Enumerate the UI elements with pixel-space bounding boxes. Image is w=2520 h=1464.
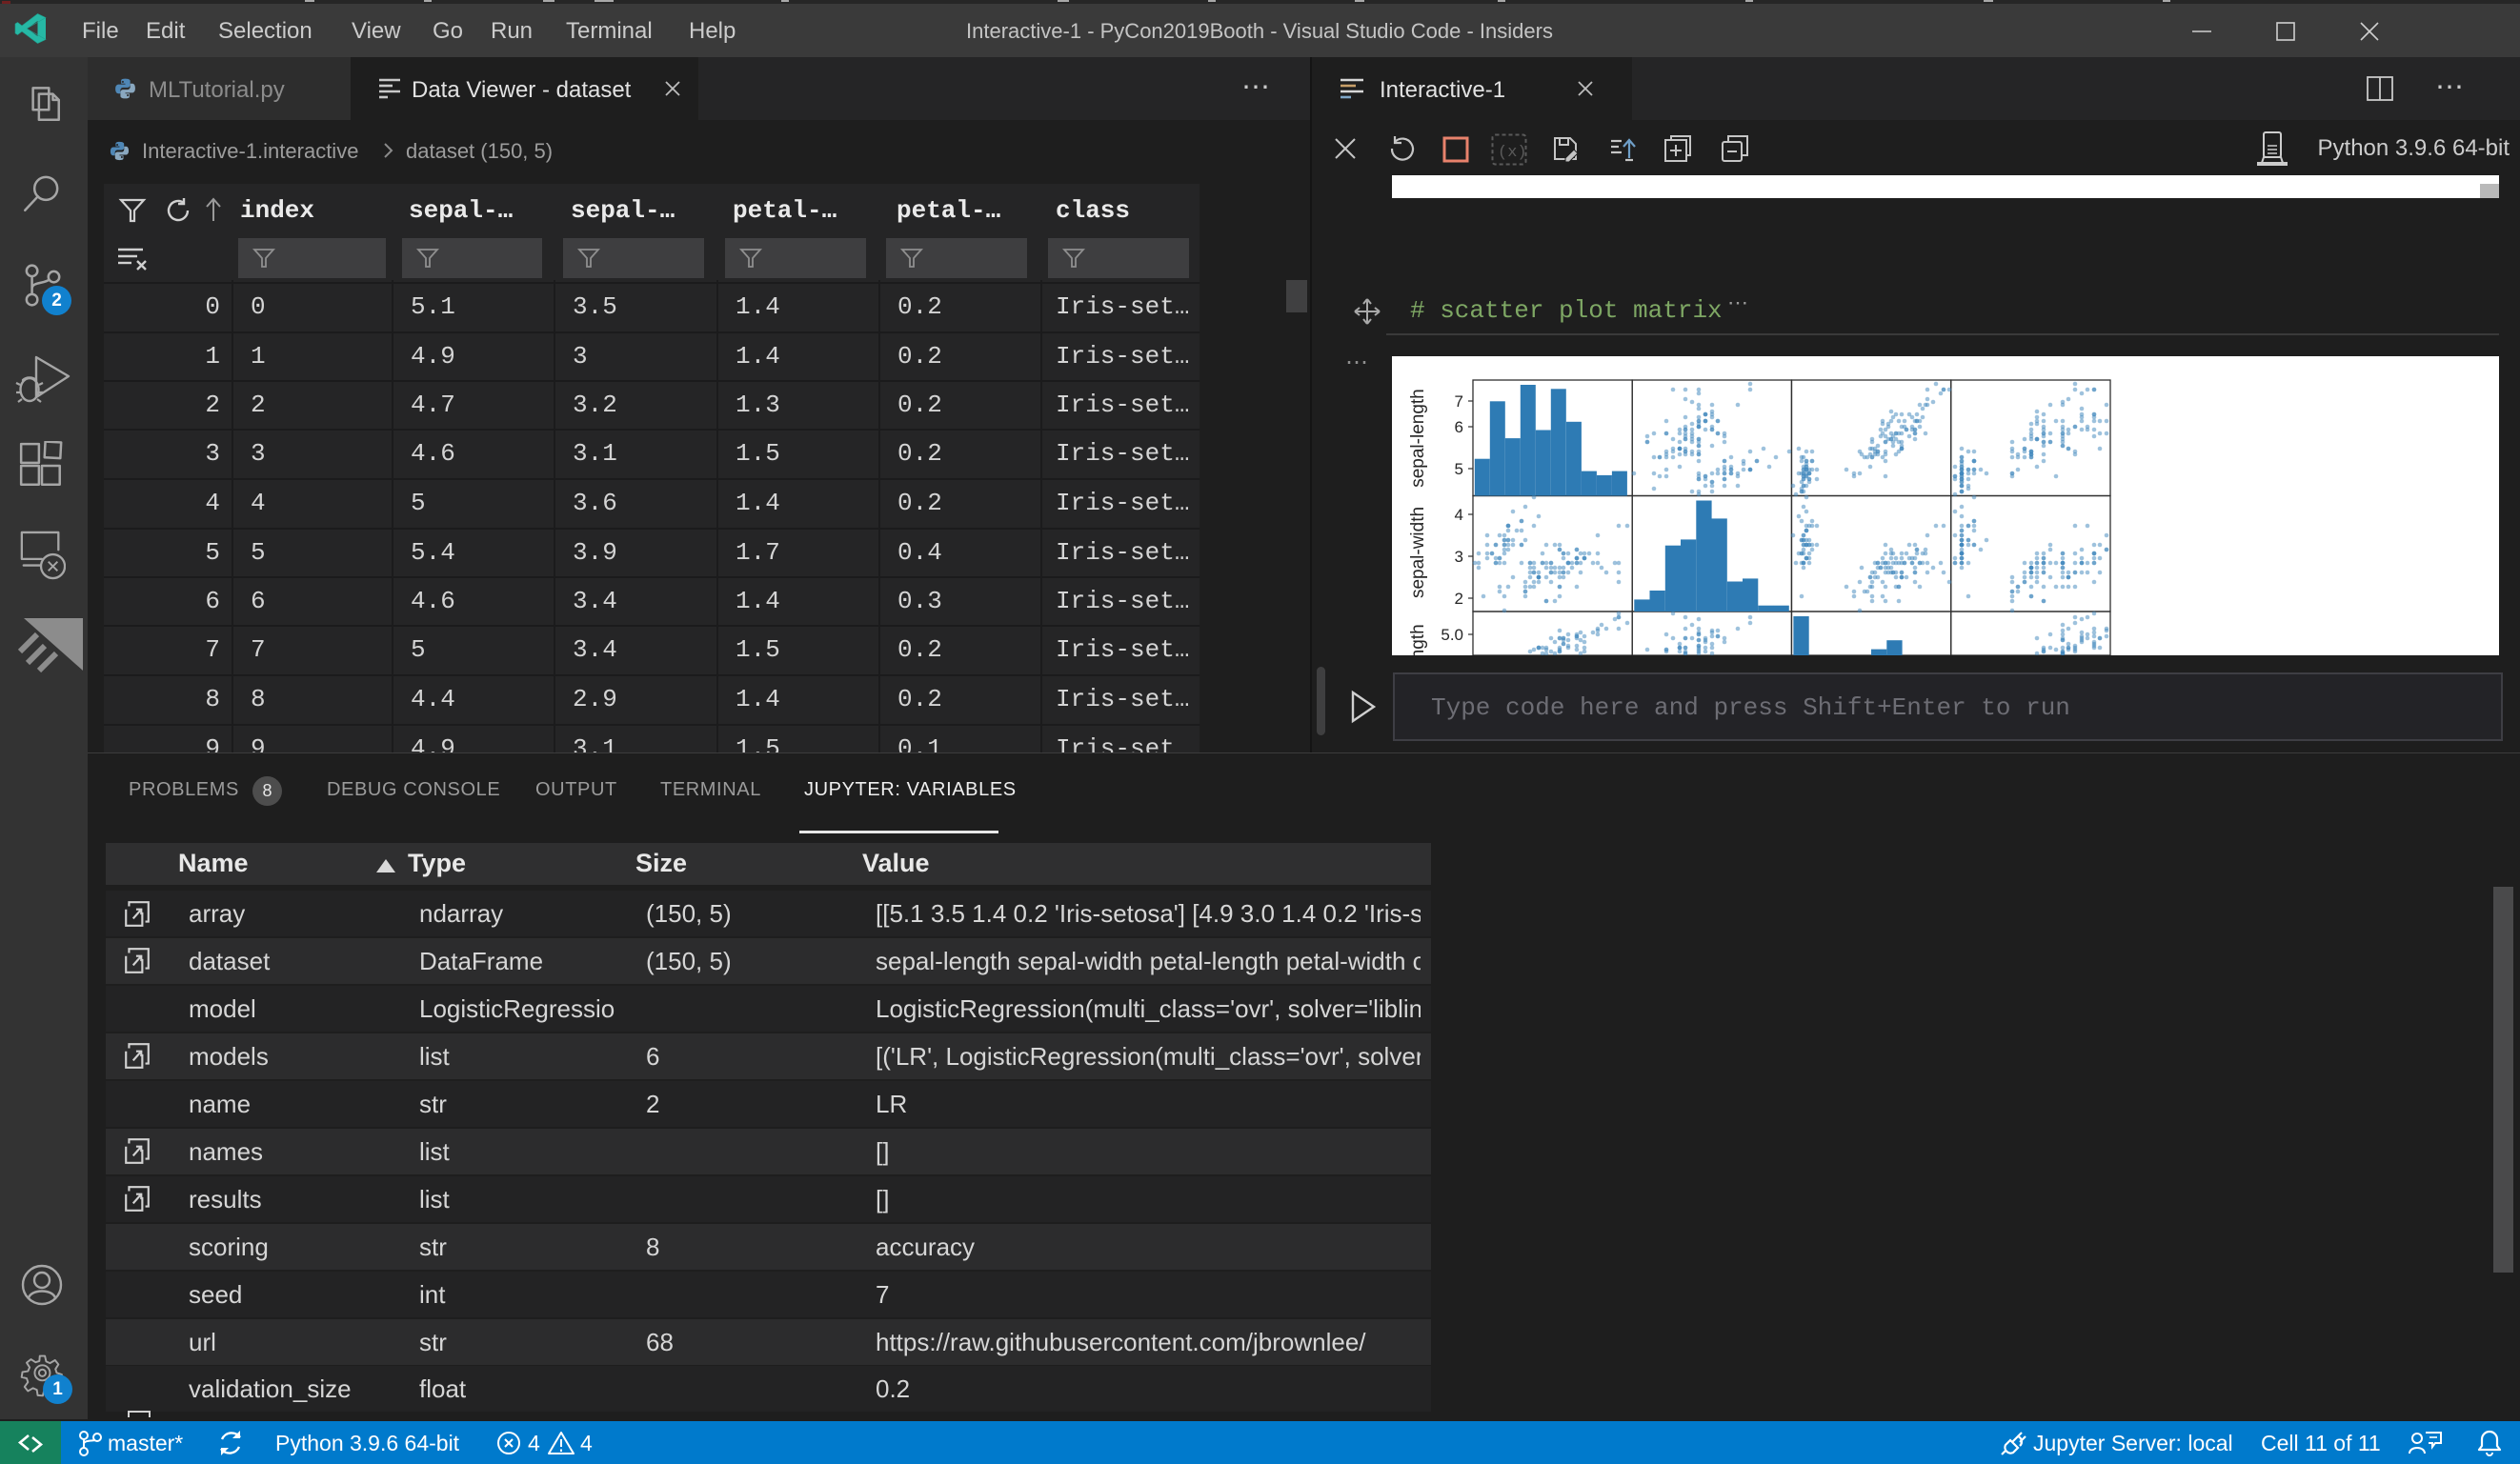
svg-text:5: 5 xyxy=(1455,460,1463,478)
svg-text:4: 4 xyxy=(1455,506,1463,524)
svg-text:6: 6 xyxy=(1455,418,1463,436)
svg-text:7: 7 xyxy=(1455,392,1463,411)
svg-text:3: 3 xyxy=(1455,548,1463,566)
svg-text:petal-length: petal-length xyxy=(1408,624,1428,655)
svg-text:(x): (x) xyxy=(1498,144,1527,162)
svg-text:sepal-length: sepal-length xyxy=(1408,389,1428,488)
svg-text:sepal-width: sepal-width xyxy=(1408,507,1428,598)
svg-text:5.0: 5.0 xyxy=(1441,626,1463,644)
svg-text:2: 2 xyxy=(1455,590,1463,608)
